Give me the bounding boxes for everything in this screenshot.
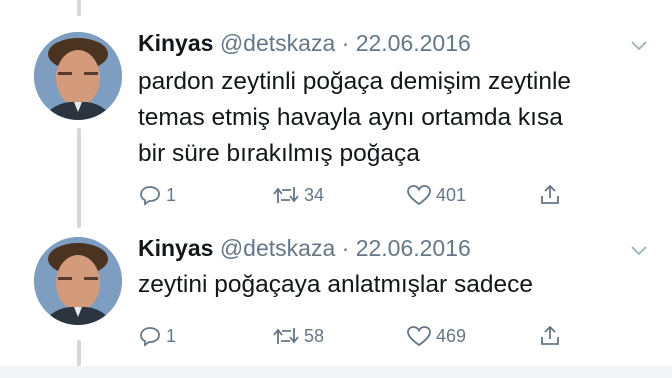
author-handle[interactable]: @detskaza	[220, 235, 335, 261]
retweet-button[interactable]: 34	[272, 180, 324, 210]
reply-icon	[140, 327, 160, 347]
like-button[interactable]: 469	[406, 321, 466, 351]
tweet-date[interactable]: 22.06.2016	[356, 235, 471, 261]
tweet-text-line: pardon zeytinli poğaça demişim zeytinle	[138, 68, 572, 95]
author-handle[interactable]: @detskaza	[220, 30, 335, 56]
tweet-text: pardon zeytinli poğaça demişim zeytinle …	[138, 64, 648, 172]
author-name[interactable]: Kinyas	[138, 30, 213, 56]
separator: ·	[341, 235, 350, 261]
retweet-icon	[273, 328, 299, 344]
heart-icon	[407, 185, 431, 206]
tweet-header: Kinyas @detskaza · 22.06.2016	[138, 235, 471, 262]
tweet-text-line: temas etmiş havayla aynı ortamda kısa	[138, 104, 563, 131]
tweet-header: Kinyas @detskaza · 22.06.2016	[138, 30, 471, 57]
reply-count: 1	[166, 326, 177, 346]
chevron-down-icon[interactable]	[628, 34, 650, 56]
tweet-actions: 1 34 401	[138, 180, 578, 210]
retweet-icon	[273, 187, 299, 203]
separator: ·	[341, 30, 350, 56]
reply-button[interactable]: 1	[138, 321, 176, 351]
next-tweet-edge	[0, 366, 672, 378]
retweet-count: 58	[304, 326, 325, 346]
tweet-text-line: zeytini poğaçaya anlatmışlar sadece	[138, 271, 533, 298]
reply-icon	[140, 186, 160, 206]
tweet-actions: 1 58 469	[138, 321, 578, 351]
tweet-date[interactable]: 22.06.2016	[356, 30, 471, 56]
heart-icon	[407, 326, 431, 347]
avatar[interactable]	[34, 237, 122, 325]
avatar[interactable]	[34, 32, 122, 120]
like-count: 469	[436, 326, 467, 346]
share-button[interactable]	[538, 180, 562, 210]
reply-button[interactable]: 1	[138, 180, 176, 210]
share-icon	[541, 184, 559, 204]
chevron-down-icon[interactable]	[628, 239, 650, 261]
tweet[interactable]: Kinyas @detskaza · 22.06.2016 pardon zey…	[0, 0, 672, 225]
tweet[interactable]: Kinyas @detskaza · 22.06.2016 zeytini po…	[0, 225, 672, 355]
share-button[interactable]	[538, 321, 562, 351]
author-name[interactable]: Kinyas	[138, 235, 213, 261]
tweet-text: zeytini poğaçaya anlatmışlar sadece	[138, 267, 648, 303]
like-count: 401	[436, 185, 467, 205]
tweet-text-line: bir süre bırakılmış poğaça	[138, 140, 420, 167]
retweet-button[interactable]: 58	[272, 321, 324, 351]
reply-count: 1	[166, 185, 177, 205]
like-button[interactable]: 401	[406, 180, 466, 210]
share-icon	[541, 325, 559, 345]
retweet-count: 34	[304, 185, 325, 205]
